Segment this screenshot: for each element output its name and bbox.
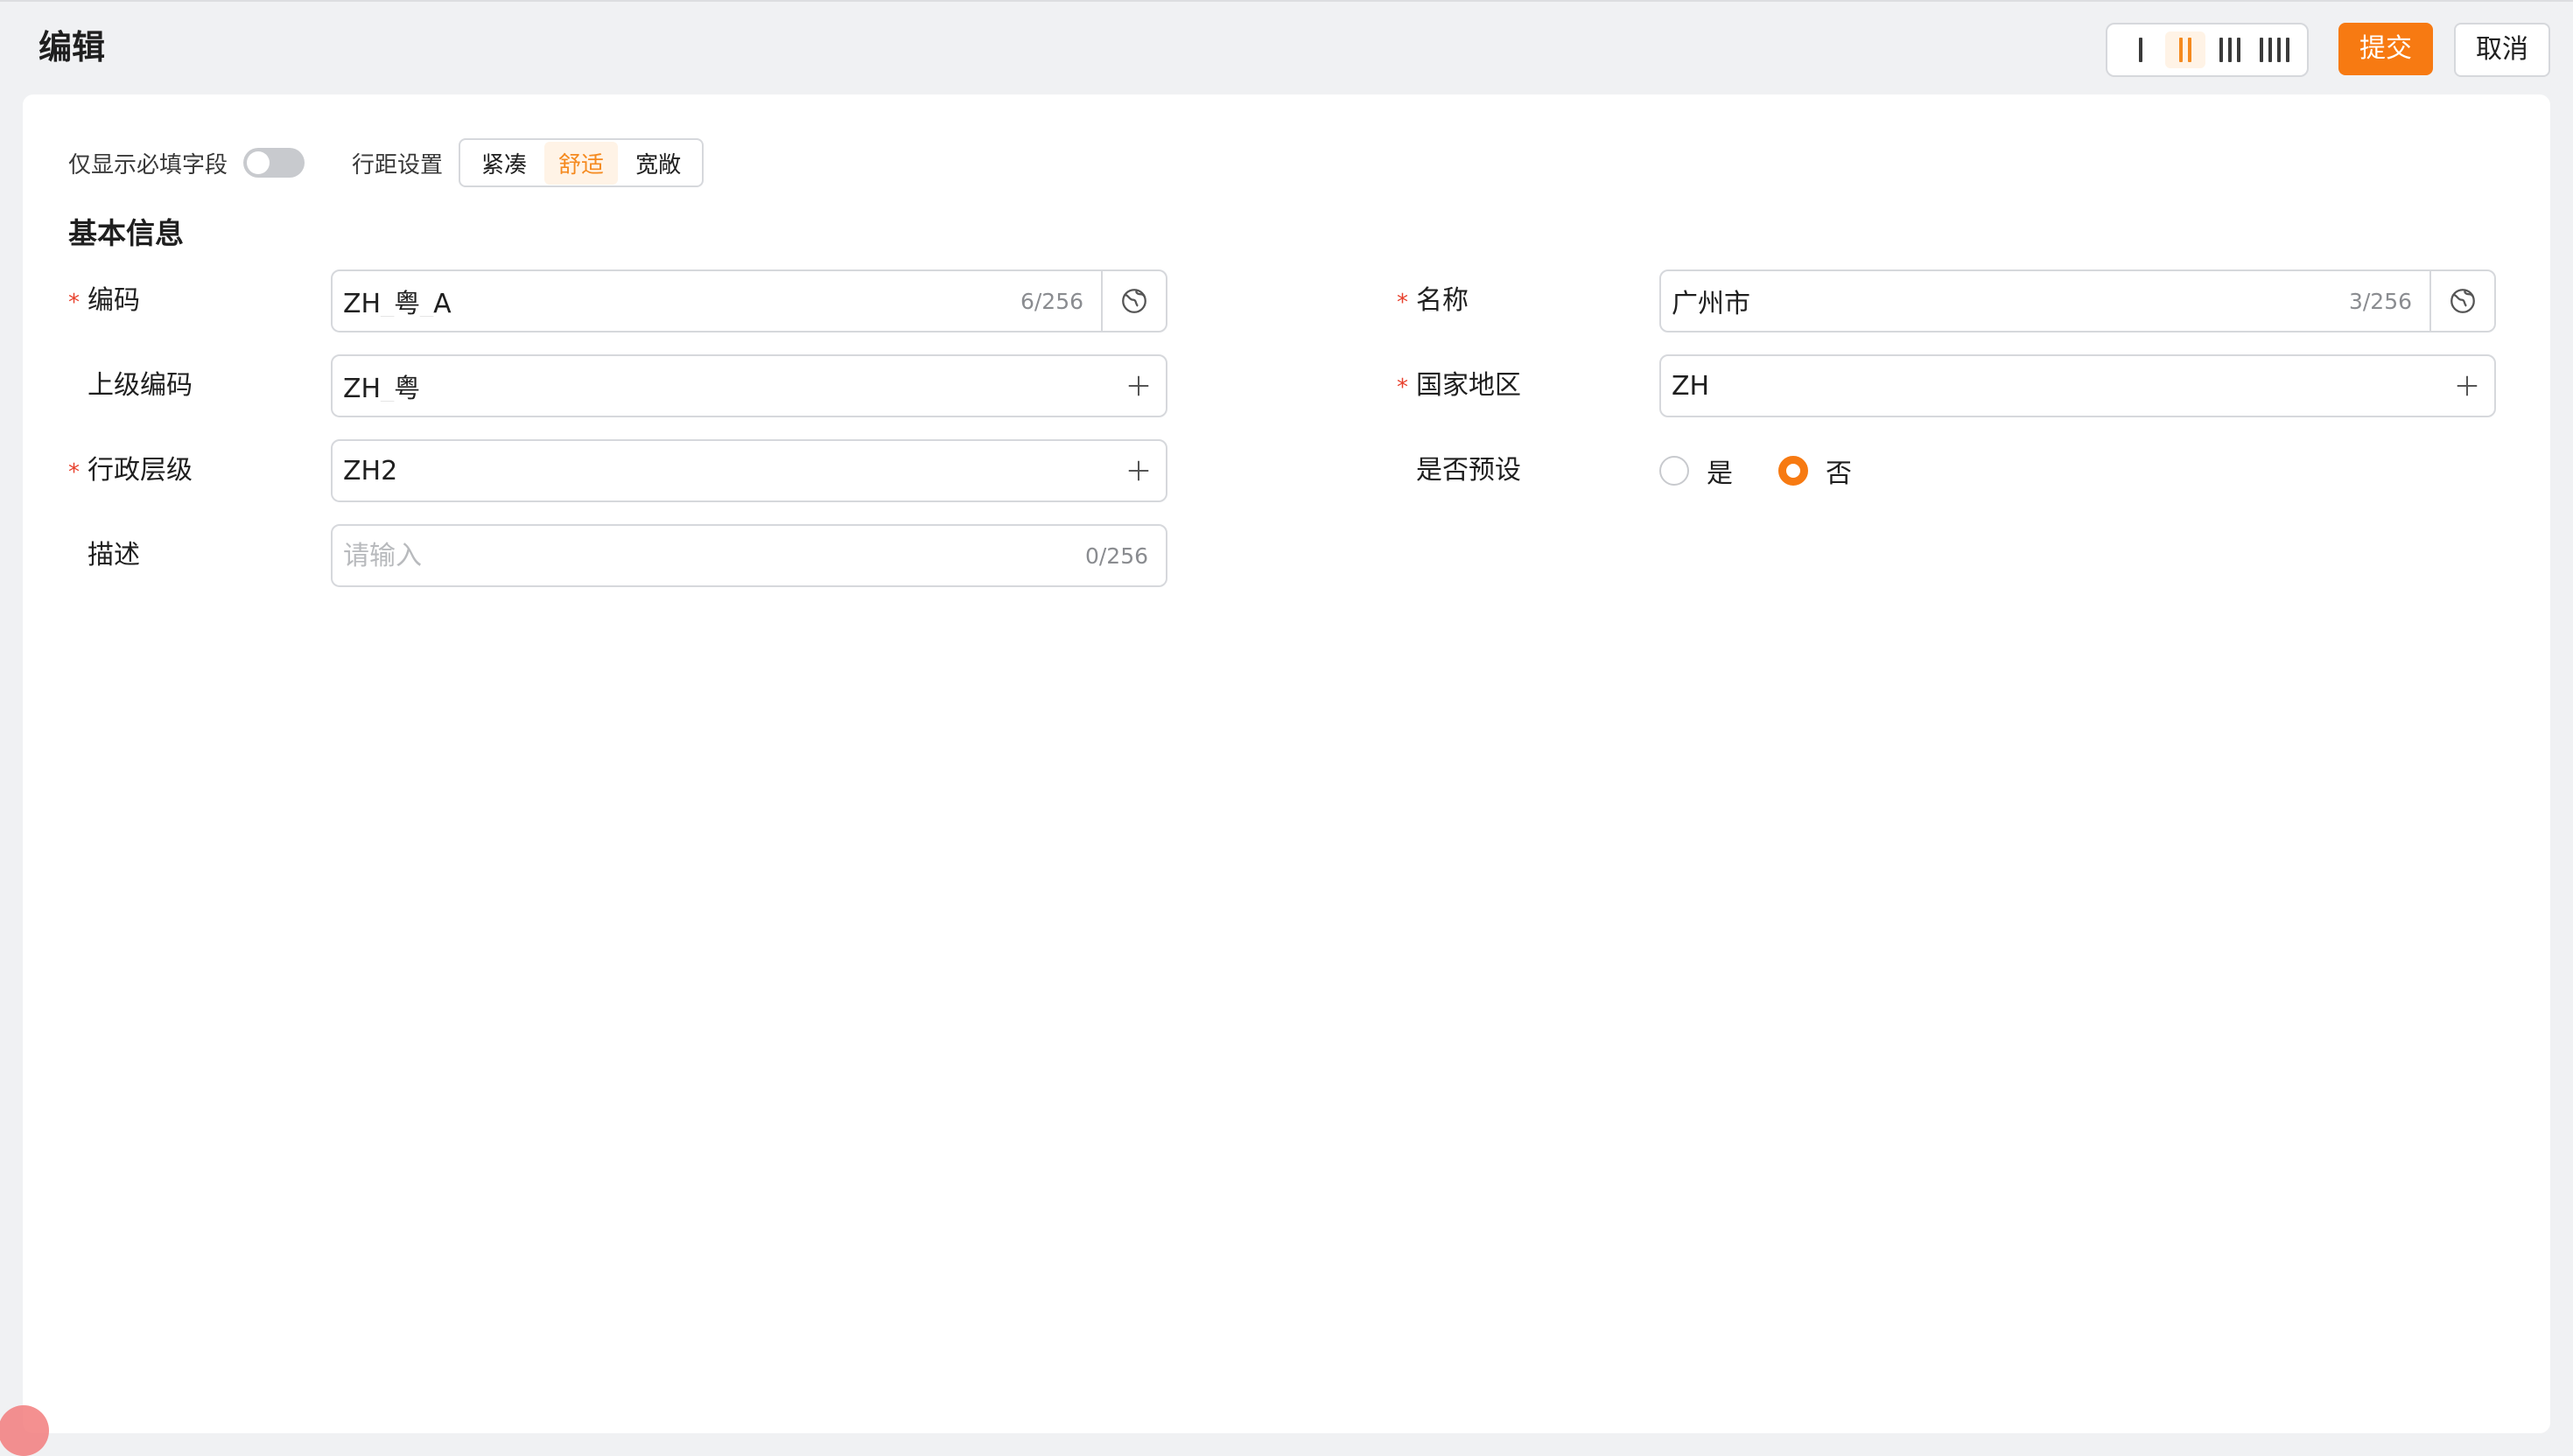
radio-option-no[interactable]: 否	[1778, 452, 1852, 490]
floating-indicator-dot[interactable]	[0, 1405, 49, 1456]
country-input-box	[1659, 354, 2496, 417]
translate-globe-icon[interactable]	[2429, 271, 2494, 331]
char-counter: 3/256	[2348, 288, 2412, 314]
admin-level-input[interactable]	[333, 455, 1111, 486]
required-star: *	[1397, 374, 1408, 401]
field-parent-code: 上级编码	[68, 354, 1167, 417]
three-column-option[interactable]	[2210, 32, 2250, 68]
density-compact-option[interactable]: 紧凑	[467, 142, 541, 185]
description-input-box: 0/256	[331, 524, 1167, 587]
radio-option-yes[interactable]: 是	[1659, 452, 1733, 490]
code-input[interactable]	[333, 285, 1020, 317]
field-label: * 行政层级	[68, 439, 331, 502]
translate-globe-icon[interactable]	[1101, 271, 1166, 331]
plus-icon[interactable]	[1111, 441, 1166, 500]
field-label: * 编码	[68, 270, 331, 332]
four-column-option[interactable]	[2254, 32, 2295, 68]
required-star: *	[1397, 290, 1408, 316]
field-description: 描述 0/256	[68, 524, 1167, 587]
required-star: *	[68, 290, 80, 316]
is-preset-radio-group: 是 否	[1659, 452, 1897, 490]
code-input-box: 6/256	[331, 270, 1167, 332]
density-segmented-control: 紧凑 舒适 宽敞	[459, 138, 705, 187]
required-only-toggle[interactable]	[243, 148, 305, 178]
admin-level-input-box	[331, 439, 1167, 502]
required-star: *	[68, 459, 80, 486]
field-country: * 国家地区	[1397, 354, 2496, 417]
header-bar: 编辑 提交 取消	[0, 0, 2573, 93]
one-column-option[interactable]	[2121, 32, 2161, 68]
cancel-button[interactable]: 取消	[2454, 23, 2550, 77]
plus-icon[interactable]	[1111, 356, 1166, 416]
country-input[interactable]	[1661, 370, 2440, 402]
density-comfortable-option[interactable]: 舒适	[544, 141, 619, 185]
plus-icon[interactable]	[2440, 356, 2494, 416]
description-input[interactable]	[333, 540, 1085, 571]
field-admin-level: * 行政层级	[68, 439, 1167, 502]
toggle-knob	[247, 151, 270, 174]
section-title: 基本信息	[68, 216, 184, 250]
radio-checked[interactable]	[1778, 456, 1808, 486]
field-label: 上级编码	[88, 370, 193, 401]
field-code: * 编码 6/256	[68, 270, 1167, 332]
two-column-option[interactable]	[2164, 32, 2205, 68]
char-counter: 0/256	[1084, 542, 1148, 569]
density-label: 行距设置	[352, 151, 444, 178]
page-title: 编辑	[39, 28, 106, 66]
submit-button[interactable]: 提交	[2338, 23, 2433, 75]
field-label: * 国家地区	[1397, 354, 1659, 417]
field-label: * 名称	[1397, 270, 1659, 332]
column-layout-switch	[2106, 23, 2309, 77]
form-card: 仅显示必填字段 行距设置 紧凑 舒适 宽敞 基本信息 * 编码 6/256	[23, 94, 2550, 1433]
density-spacious-option[interactable]: 宽敞	[621, 142, 695, 185]
field-label: 描述	[88, 540, 140, 570]
field-name: * 名称 3/256	[1397, 270, 2496, 332]
field-is-preset: 是否预设 是 否	[1397, 439, 1897, 502]
char-counter: 6/256	[1020, 288, 1083, 314]
form-toolbar: 仅显示必填字段 行距设置 紧凑 舒适 宽敞	[68, 138, 705, 187]
parent-code-input-box	[331, 354, 1167, 417]
required-only-label: 仅显示必填字段	[68, 151, 228, 178]
name-input-box: 3/256	[1659, 270, 2496, 332]
parent-code-input[interactable]	[333, 370, 1111, 402]
name-input[interactable]	[1661, 285, 2349, 317]
field-label: 是否预设	[1416, 455, 1521, 486]
radio-unchecked[interactable]	[1659, 456, 1689, 486]
